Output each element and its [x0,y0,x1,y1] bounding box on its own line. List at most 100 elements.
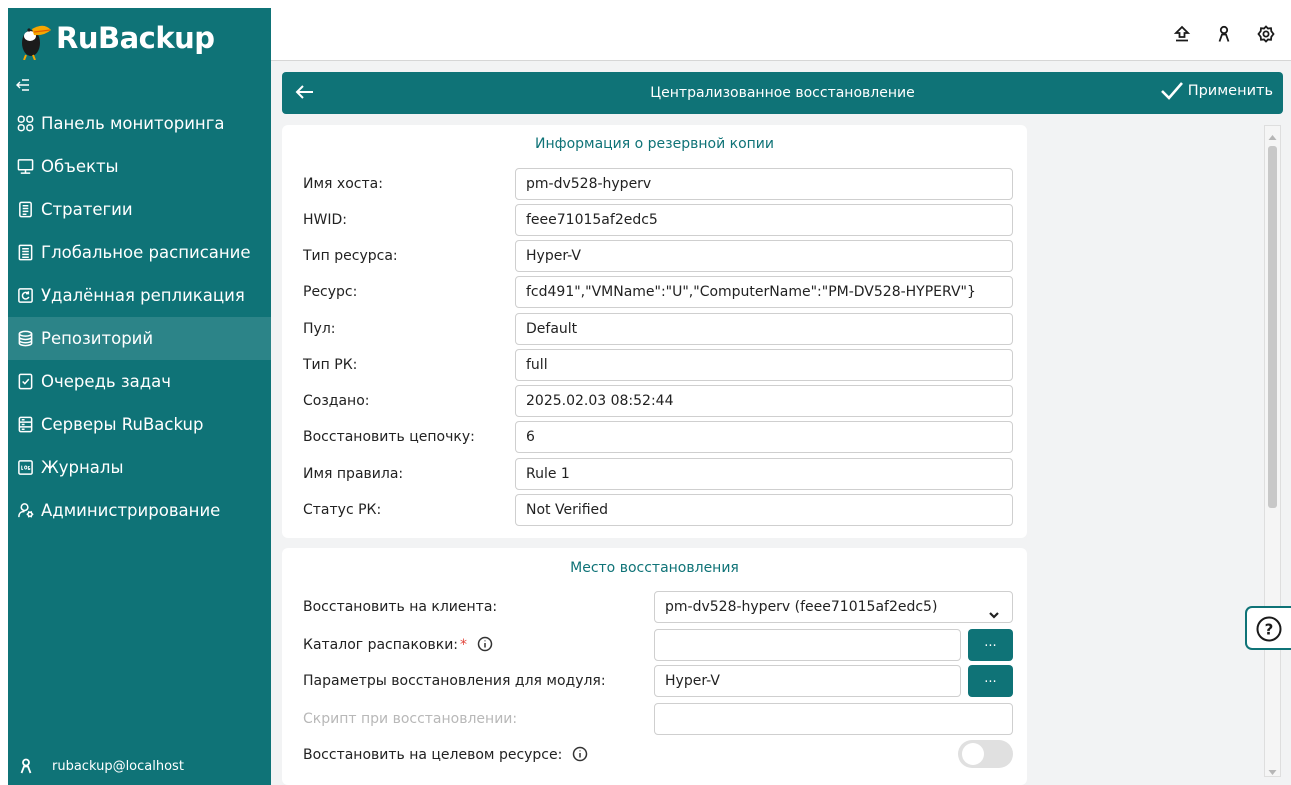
rule-name-field[interactable]: Rule 1 [515,458,1013,490]
apply-button[interactable]: Применить [1160,80,1273,102]
sidebar-item-label: Репозиторий [41,329,154,348]
row-unpack-dir: Каталог распаковки: * ... [282,629,1027,661]
field-label: Имя правила: [303,466,404,482]
sidebar-item-repository[interactable]: Репозиторий [8,317,271,360]
required-mark: * [460,637,468,653]
field-label: HWID: [303,212,347,228]
backup-info-title: Информация о резервной копии [534,136,775,152]
server-icon [16,416,34,434]
upload-button[interactable] [1171,23,1193,45]
field-label: Имя хоста: [303,176,383,192]
field-label: Статус РК: [303,502,382,518]
module-params-button[interactable]: ... [968,665,1013,697]
arrow-left-icon [295,85,313,99]
unpack-label: Каталог распаковки: [303,637,459,653]
pool-field[interactable]: Default [515,313,1013,345]
restore-target-toggle[interactable] [958,740,1013,768]
browse-unpack-dir-button[interactable]: ... [968,629,1013,661]
settings-icon [1257,25,1275,43]
sidebar-item-label: Панель мониторинга [41,114,225,133]
resource-field[interactable]: fcd491","VMName":"U","ComputerName":"PM-… [515,276,1013,308]
toucan-logo-icon [22,25,51,60]
document-icon [16,201,34,219]
sidebar: RuBackup Панель мониторинга Объекты Стра… [8,8,271,785]
restore-chain-field[interactable]: 6 [515,421,1013,453]
row-restore-target: Восстановить на целевом ресурсе: [282,739,1027,771]
module-params-label: Параметры восстановления для модуля: [303,673,606,689]
resource-type-field[interactable]: Hyper-V [515,240,1013,272]
topbar [271,8,1291,61]
field-row-backup-type: Тип РК: full [282,349,1027,381]
user-name: rubackup@localhost [52,758,184,774]
user-button[interactable] [1213,23,1235,45]
user-icon [1218,25,1230,42]
scrollbar-thumb[interactable] [1268,146,1277,508]
field-label: Тип РК: [303,357,358,373]
backup-status-field[interactable]: Not Verified [515,494,1013,526]
sidebar-item-global-schedule[interactable]: Глобальное расписание [8,231,271,274]
client-select[interactable]: pm-dv528-hyperv (feee71015af2edc5) [654,591,1013,623]
settings-button[interactable] [1255,23,1277,45]
info-icon[interactable] [477,632,493,652]
apply-label: Применить [1187,83,1273,99]
page-title: Централизованное восстановление [650,85,915,101]
back-button[interactable] [294,81,318,105]
current-user[interactable]: rubackup@localhost [8,753,184,779]
checklist-icon [16,373,34,391]
scroll-down-icon[interactable] [1267,763,1278,775]
restore-target-label: Восстановить на целевом ресурсе: [303,747,563,763]
sidebar-item-label: Стратегии [41,200,133,219]
sidebar-item-label: Объекты [41,157,119,176]
field-row-resource-type: Тип ресурса: Hyper-V [282,240,1027,272]
hwid-field[interactable]: feee71015af2edc5 [515,204,1013,236]
backup-info-card: Информация о резервной копии Имя хоста: … [282,125,1027,538]
logo[interactable]: RuBackup [8,8,271,68]
field-row-restore-chain: Восстановить цепочку: 6 [282,421,1027,453]
user-icon [20,758,32,774]
backup-type-field[interactable]: full [515,349,1013,381]
field-row-pool: Пул: Default [282,313,1027,345]
sidebar-item-label: Серверы RuBackup [41,415,204,434]
sidebar-item-administration[interactable]: Администрирование [8,489,271,532]
hostname-field[interactable]: pm-dv528-hyperv [515,168,1013,200]
field-label: Тип ресурса: [303,248,398,264]
replication-icon [16,287,34,305]
check-icon [1160,82,1183,100]
unpack-dir-input[interactable] [654,629,961,661]
field-row-hwid: HWID: feee71015af2edc5 [282,204,1027,236]
field-row-hostname: Имя хоста: pm-dv528-hyperv [282,168,1027,200]
scrollbar[interactable] [1264,125,1281,777]
field-label: Создано: [303,393,370,409]
created-field[interactable]: 2025.02.03 08:52:44 [515,385,1013,417]
sidebar-item-strategies[interactable]: Стратегии [8,188,271,231]
chevron-down-icon [988,602,1000,619]
field-row-rule-name: Имя правила: Rule 1 [282,458,1027,490]
restore-script-label: Скрипт при восстановлении: [303,711,518,727]
help-button[interactable]: ? [1245,606,1291,650]
sidebar-item-remote-replication[interactable]: Удалённая репликация [8,274,271,317]
sidebar-item-logs[interactable]: Журналы [8,446,271,489]
page-header: Централизованное восстановление Применит… [282,72,1283,114]
scroll-up-icon[interactable] [1267,128,1278,140]
row-restore-script: Скрипт при восстановлении: [282,703,1027,735]
row-module-params: Параметры восстановления для модуля: Hyp… [282,665,1027,697]
sidebar-item-monitoring[interactable]: Панель мониторинга [8,102,271,145]
sidebar-item-servers[interactable]: Серверы RuBackup [8,403,271,446]
sidebar-item-objects[interactable]: Объекты [8,145,271,188]
sidebar-item-label: Удалённая репликация [41,286,245,305]
row-restore-client: Восстановить на клиента: pm-dv528-hyperv… [282,591,1027,623]
client-select-value: pm-dv528-hyperv (feee71015af2edc5) [665,599,938,615]
client-label: Восстановить на клиента: [303,599,498,615]
restore-script-input[interactable] [654,703,1013,735]
list-icon [16,244,34,262]
collapse-menu-button[interactable] [8,68,271,102]
info-icon[interactable] [572,742,588,762]
logo-text: RuBackup [56,21,215,55]
log-icon [16,459,34,477]
module-params-field[interactable]: Hyper-V [654,665,961,697]
field-row-resource: Ресурс: fcd491","VMName":"U","ComputerNa… [282,276,1027,308]
field-row-created: Создано: 2025.02.03 08:52:44 [282,385,1027,417]
sidebar-item-task-queue[interactable]: Очередь задач [8,360,271,403]
collapse-menu-icon [16,79,29,91]
field-label: Ресурс: [303,284,358,300]
